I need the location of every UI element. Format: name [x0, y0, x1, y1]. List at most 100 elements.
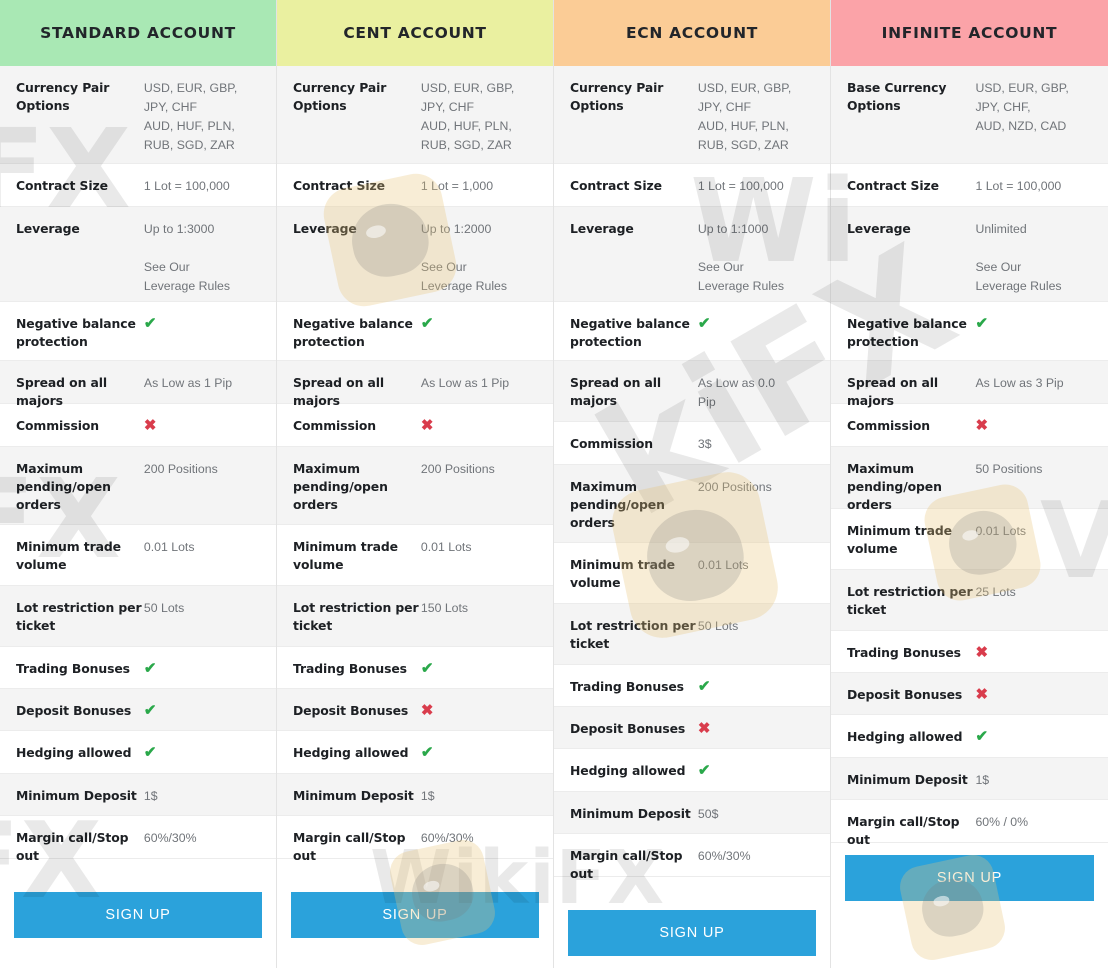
- feature-value: 150 Lots: [420, 601, 469, 615]
- table-row: Spread on all majors As Low as 1 Pip: [0, 361, 276, 408]
- table-row: Deposit Bonuses ✖: [554, 707, 830, 749]
- table-row: Currency Pair Options USD, EUR, GBP, JPY,…: [554, 66, 830, 164]
- feature-value: 1 Lot = 1,000: [420, 179, 494, 193]
- feature-value: Up to 1:3000 See Our Leverage Rules: [143, 222, 231, 294]
- feature-value: 60%/30%: [697, 849, 751, 863]
- feature-label: Negative balance protection: [847, 316, 967, 349]
- table-row: Margin call/Stop out 60%/30%: [554, 834, 830, 881]
- signup-area-cent: SIGN UP: [277, 892, 553, 938]
- feature-value: 60%/30%: [143, 831, 197, 845]
- check-mark-icon: ✔: [420, 315, 434, 332]
- table-row: Negative balance protection ✔: [277, 302, 553, 361]
- cross-mark-icon: ✖: [697, 720, 711, 737]
- table-row: Deposit Bonuses ✖: [277, 689, 553, 731]
- feature-label: Margin call/Stop out: [293, 830, 406, 863]
- feature-label: Minimum trade volume: [293, 539, 398, 572]
- account-column-ecn: ECN ACCOUNT Currency Pair Options USD, EUR…: [554, 0, 831, 968]
- feature-label: Contract Size: [847, 178, 939, 193]
- feature-label: Commission: [847, 418, 931, 433]
- cross-mark-icon: ✖: [420, 702, 434, 719]
- feature-value: 200 Positions: [420, 462, 495, 476]
- feature-label: Spread on all majors: [16, 375, 108, 408]
- table-row: Contract Size 1 Lot = 1,000: [277, 164, 553, 207]
- table-row: Deposit Bonuses ✖: [831, 673, 1108, 715]
- signup-button[interactable]: SIGN UP: [845, 855, 1094, 901]
- table-row: Lot restriction per ticket 25 Lots: [831, 570, 1108, 631]
- table-row: Currency Pair Options USD, EUR, GBP, JPY,…: [0, 66, 276, 164]
- feature-label: Deposit Bonuses: [847, 687, 963, 702]
- table-row: Commission ✖: [0, 404, 276, 447]
- table-row: Leverage Up to 1:2000 See Our Leverage Ru…: [277, 207, 553, 302]
- feature-label: Margin call/Stop out: [570, 848, 683, 881]
- check-mark-icon: ✔: [975, 728, 989, 745]
- feature-value: 50 Positions: [975, 462, 1043, 476]
- table-row: Lot restriction per ticket 50 Lots: [554, 604, 830, 665]
- feature-value: USD, EUR, GBP, JPY, CHF AUD, HUF, PLN, R…: [143, 81, 238, 153]
- feature-value: Up to 1:1000 See Our Leverage Rules: [697, 222, 785, 294]
- table-row: Margin call/Stop out 60%/30%: [277, 816, 553, 863]
- table-row: Margin call/Stop out 60%/30%: [0, 816, 276, 863]
- table-row: Leverage Unlimited See Our Leverage Rules: [831, 207, 1108, 302]
- table-row: Commission 3$: [554, 422, 830, 465]
- feature-value: 3$: [697, 437, 712, 451]
- table-row: Lot restriction per ticket 50 Lots: [0, 586, 276, 647]
- feature-value: As Low as 1 Pip: [420, 376, 510, 390]
- feature-label: Leverage: [847, 221, 911, 236]
- check-mark-icon: ✔: [697, 678, 711, 695]
- feature-value: Unlimited See Our Leverage Rules: [975, 222, 1062, 294]
- signup-button[interactable]: SIGN UP: [291, 892, 539, 938]
- feature-label: Minimum Deposit: [293, 788, 414, 803]
- table-row: Maximum pending/open orders 200 Positions: [0, 447, 276, 525]
- table-row: Negative balance protection ✔: [831, 302, 1108, 361]
- feature-label: Contract Size: [16, 178, 108, 193]
- feature-label: Minimum trade volume: [570, 557, 675, 590]
- feature-label: Trading Bonuses: [16, 661, 130, 676]
- feature-label: Spread on all majors: [847, 375, 939, 408]
- table-row: Negative balance protection ✔: [554, 302, 830, 361]
- table-row: Currency Pair Options USD, EUR, GBP, JPY,…: [277, 66, 553, 164]
- account-comparison-table: STANDARD ACCOUNT Currency Pair Options USD…: [0, 0, 1108, 968]
- check-mark-icon: ✔: [143, 702, 157, 719]
- table-row: Contract Size 1 Lot = 100,000: [0, 164, 276, 207]
- account-header-cent: CENT ACCOUNT: [277, 0, 553, 66]
- check-mark-icon: ✔: [697, 762, 711, 779]
- table-row: Commission ✖: [831, 404, 1108, 447]
- feature-label: Leverage: [16, 221, 80, 236]
- feature-label: Minimum trade volume: [16, 539, 121, 572]
- feature-label: Maximum pending/open orders: [570, 479, 665, 530]
- check-mark-icon: ✔: [420, 744, 434, 761]
- table-row: Minimum Deposit 1$: [0, 774, 276, 816]
- feature-label: Margin call/Stop out: [847, 814, 960, 847]
- table-row: Deposit Bonuses ✔: [0, 689, 276, 731]
- signup-button[interactable]: SIGN UP: [568, 910, 816, 956]
- table-row: Spread on all majors As Low as 1 Pip: [277, 361, 553, 408]
- feature-value: As Low as 0.0 Pip: [697, 376, 776, 410]
- feature-label: Hedging allowed: [293, 745, 409, 760]
- feature-label: Negative balance protection: [293, 316, 413, 349]
- table-row: Leverage Up to 1:1000 See Our Leverage Ru…: [554, 207, 830, 302]
- feature-label: Lot restriction per ticket: [293, 600, 419, 633]
- table-row: Minimum trade volume 0.01 Lots: [277, 525, 553, 586]
- table-row: Minimum Deposit 1$: [831, 758, 1108, 800]
- table-row: Trading Bonuses ✖: [831, 631, 1108, 673]
- feature-label: Currency Pair Options: [16, 80, 110, 113]
- feature-label: Negative balance protection: [570, 316, 690, 349]
- feature-value: 0.01 Lots: [143, 540, 195, 554]
- feature-label: Hedging allowed: [570, 763, 686, 778]
- feature-label: Minimum trade volume: [847, 523, 952, 556]
- table-row: Contract Size 1 Lot = 100,000: [831, 164, 1108, 207]
- cross-mark-icon: ✖: [420, 417, 434, 434]
- feature-value: Up to 1:2000 See Our Leverage Rules: [420, 222, 508, 294]
- feature-label: Commission: [293, 418, 377, 433]
- table-row: Hedging allowed ✔: [831, 715, 1108, 758]
- table-row: Minimum trade volume 0.01 Lots: [0, 525, 276, 586]
- feature-value: 0.01 Lots: [420, 540, 472, 554]
- table-row: Minimum trade volume 0.01 Lots: [554, 543, 830, 604]
- feature-label: Deposit Bonuses: [570, 721, 686, 736]
- table-row: Spread on all majors As Low as 0.0 Pip: [554, 361, 830, 422]
- signup-button[interactable]: SIGN UP: [14, 892, 262, 938]
- feature-value: 1 Lot = 100,000: [697, 179, 784, 193]
- feature-label: Maximum pending/open orders: [293, 461, 388, 512]
- feature-value: 1$: [420, 789, 435, 803]
- feature-label: Deposit Bonuses: [293, 703, 409, 718]
